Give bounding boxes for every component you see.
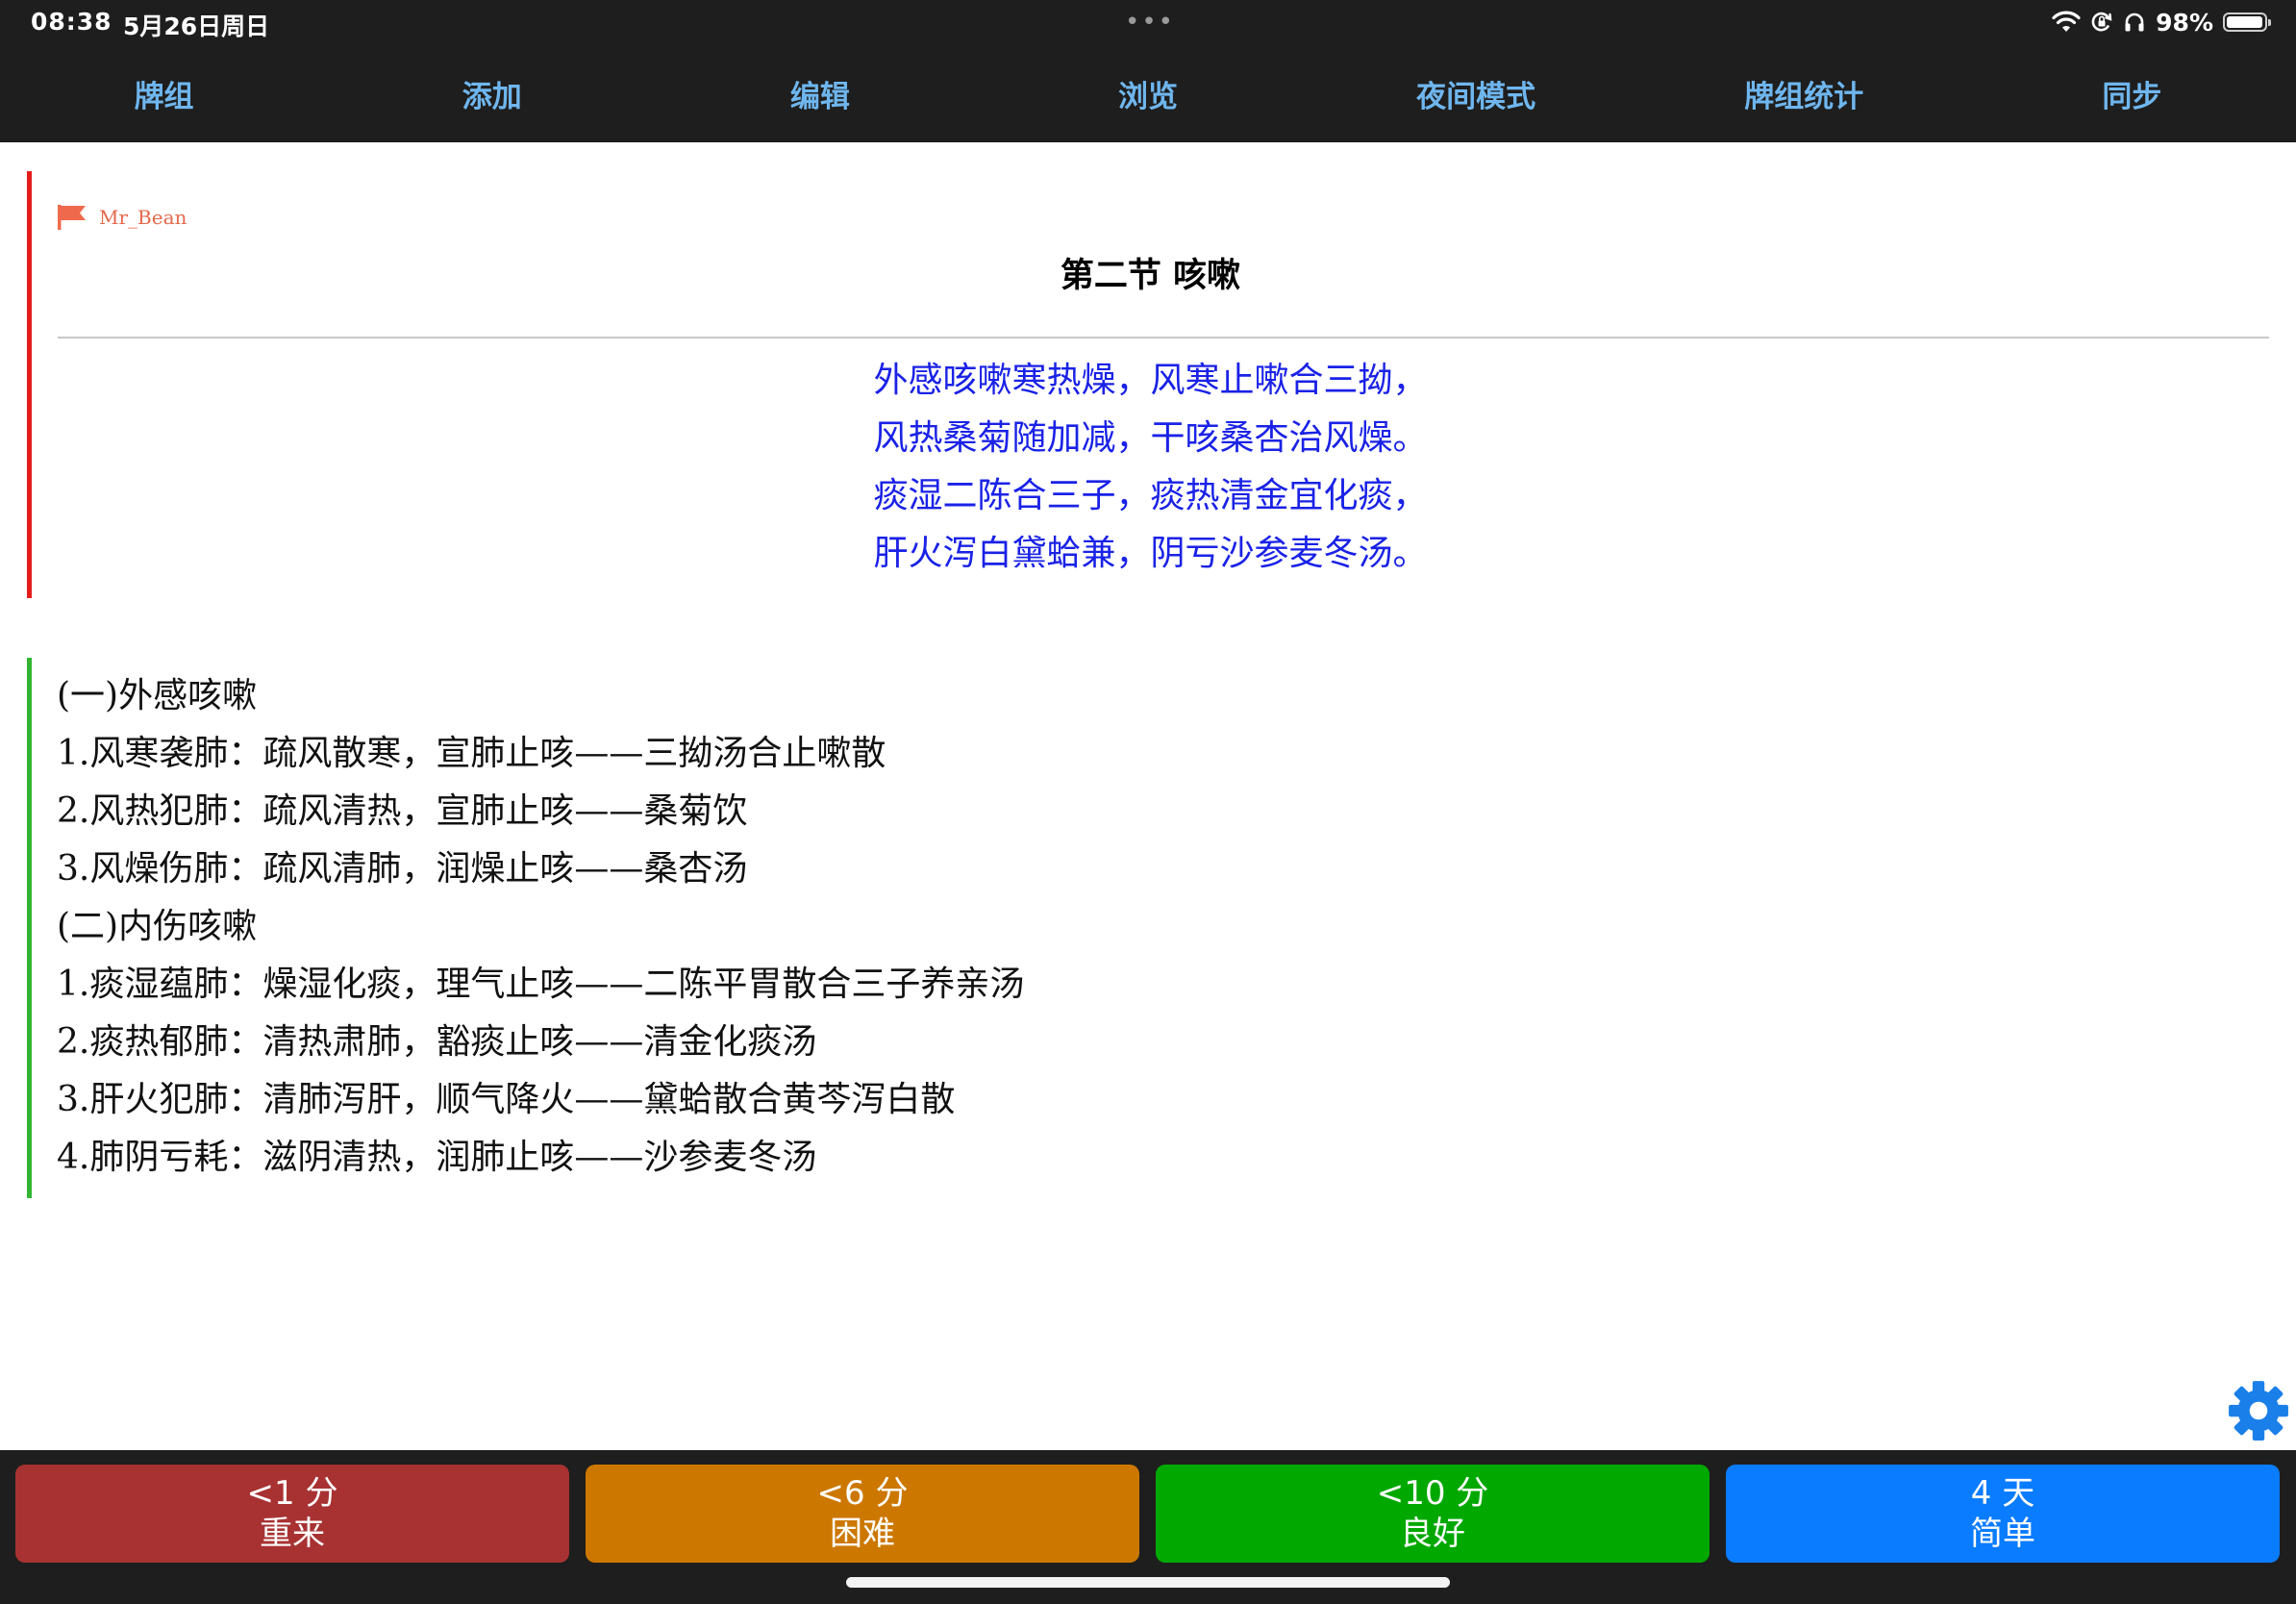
main-menu: 牌组 添加 编辑 浏览 夜间模式 牌组统计 同步 (0, 60, 2296, 127)
answer-line: 2.风热犯肺：疏风清热，宣肺止咳——桑菊饮 (57, 791, 748, 831)
answer-line: 1.痰湿蕴肺：燥湿化痰，理气止咳——二陈平胃散合三子养亲汤 (57, 965, 1025, 1004)
answer-heading: (一)外感咳嗽 (57, 676, 258, 715)
again-button[interactable]: <1 分 重来 (15, 1465, 569, 1563)
again-interval: <1 分 (246, 1474, 338, 1513)
battery-level-fill (2227, 16, 2263, 28)
verse-line: 肝火泻白黛蛤兼，阴亏沙参麦冬汤。 (873, 534, 1428, 573)
menu-item-night-mode[interactable]: 夜间模式 (1312, 72, 1640, 115)
status-icons: 98% (2052, 6, 2271, 38)
easy-label: 简单 (1970, 1515, 2035, 1553)
wifi-icon (2052, 11, 2081, 32)
home-indicator[interactable] (846, 1577, 1450, 1588)
good-button[interactable]: <10 分 良好 (1156, 1465, 1710, 1563)
answer-line: 1.风寒袭肺：疏风散寒，宣肺止咳——三拗汤合止嗽散 (57, 734, 886, 773)
battery-percent: 98% (2156, 8, 2213, 37)
answer-line: 2.痰热郁肺：清热肃肺，豁痰止咳——清金化痰汤 (57, 1022, 817, 1062)
hard-interval: <6 分 (816, 1474, 909, 1513)
headphones-icon (2125, 13, 2144, 32)
hard-label: 困难 (830, 1515, 895, 1553)
flag-row: Mr_Bean (57, 204, 187, 231)
orientation-lock-icon (2091, 12, 2112, 32)
status-time: 08:38 (31, 8, 112, 36)
good-interval: <10 分 (1376, 1474, 1489, 1513)
battery-icon (2223, 13, 2271, 32)
easy-interval: 4 天 (1970, 1474, 2035, 1513)
menu-item-browse[interactable]: 浏览 (984, 72, 1311, 115)
menu-item-deck-stats[interactable]: 牌组统计 (1640, 72, 1968, 115)
divider (58, 337, 2269, 338)
card-title: 第二节 咳嗽 (1060, 257, 1241, 295)
verse-line: 外感咳嗽寒热燥，风寒止嗽合三拗， (873, 361, 1428, 400)
menu-item-decks[interactable]: 牌组 (0, 72, 328, 115)
verse-line: 风热桑菊随加减，干咳桑杏治风燥。 (873, 418, 1428, 458)
multitasking-dots-icon[interactable]: ••• (1125, 8, 1175, 37)
answer-heading: (二)内伤咳嗽 (57, 907, 258, 946)
easy-button[interactable]: 4 天 简单 (1726, 1465, 2280, 1563)
good-label: 良好 (1400, 1515, 1465, 1553)
card-back: (一)外感咳嗽 1.风寒袭肺：疏风散寒，宣肺止咳——三拗汤合止嗽散 2.风热犯肺… (27, 658, 2269, 1198)
hard-button[interactable]: <6 分 困难 (586, 1465, 1139, 1563)
answer-bar: <1 分 重来 <6 分 困难 <10 分 良好 4 天 简单 (0, 1450, 2296, 1604)
answer-list: (一)外感咳嗽 1.风寒袭肺：疏风散寒，宣肺止咳——三拗汤合止嗽散 2.风热犯肺… (57, 667, 1024, 1187)
card-front: Mr_Bean 第二节 咳嗽 外感咳嗽寒热燥，风寒止嗽合三拗， 风热桑菊随加减，… (27, 171, 2269, 598)
top-bar: 08:38 5月26日周日 ••• 98% 牌组 添加 编辑 浏览 夜间模式 牌… (0, 0, 2296, 142)
answer-line: 4.肺阴亏耗：滋阴清热，润肺止咳——沙参麦冬汤 (57, 1138, 817, 1177)
verse-line: 痰湿二陈合三子，痰热清金宜化痰， (873, 476, 1428, 515)
menu-item-edit[interactable]: 编辑 (656, 72, 984, 115)
menu-item-add[interactable]: 添加 (328, 72, 656, 115)
answer-line: 3.风燥伤肺：疏风清肺，润燥止咳——桑杏汤 (57, 849, 748, 889)
status-date: 5月26日周日 (123, 13, 270, 40)
answer-line: 3.肝火犯肺：清肺泻肝，顺气降火——黛蛤散合黄芩泻白散 (57, 1080, 956, 1119)
flag-label: Mr_Bean (99, 206, 187, 229)
again-label: 重来 (260, 1515, 325, 1553)
menu-item-sync[interactable]: 同步 (1968, 72, 2296, 115)
flag-icon[interactable] (57, 204, 87, 231)
verse: 外感咳嗽寒热燥，风寒止嗽合三拗， 风热桑菊随加减，干咳桑杏治风燥。 痰湿二陈合三… (32, 352, 2269, 583)
gear-icon[interactable] (2227, 1379, 2290, 1442)
